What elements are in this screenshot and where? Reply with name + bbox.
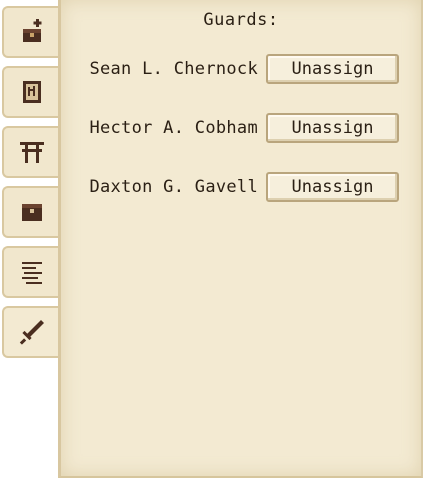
- tab-storage[interactable]: [2, 186, 60, 238]
- torii-gate-icon: [20, 142, 44, 163]
- tab-ledger[interactable]: [2, 66, 60, 118]
- sword-icon: [19, 320, 44, 345]
- unassign-button[interactable]: Unassign: [266, 54, 399, 84]
- page-title: Guards:: [203, 10, 279, 30]
- unassign-button[interactable]: Unassign: [266, 113, 399, 143]
- ledger-book-icon: [23, 81, 41, 103]
- unassign-button[interactable]: Unassign: [266, 172, 399, 202]
- guard-name: Daxton G. Gavell: [89, 177, 258, 197]
- tab-hire[interactable]: [2, 6, 60, 58]
- list-item: Sean L. Chernock Unassign: [61, 54, 425, 86]
- tab-gate[interactable]: [2, 126, 60, 178]
- scroll-lines-icon: [22, 262, 42, 284]
- tab-guards[interactable]: [2, 306, 60, 358]
- guard-name: Hector A. Cobham: [89, 118, 258, 138]
- guards-panel: Guards: Sean L. Chernock Unassign Hector…: [58, 0, 423, 478]
- list-item: Hector A. Cobham Unassign: [61, 113, 425, 145]
- tab-orders[interactable]: [2, 246, 60, 298]
- guard-name: Sean L. Chernock: [89, 59, 258, 79]
- guards-screen: Guards: Sean L. Chernock Unassign Hector…: [0, 0, 425, 480]
- list-item: Daxton G. Gavell Unassign: [61, 172, 425, 204]
- storage-box-icon: [22, 204, 42, 221]
- chest-plus-icon: [23, 19, 42, 42]
